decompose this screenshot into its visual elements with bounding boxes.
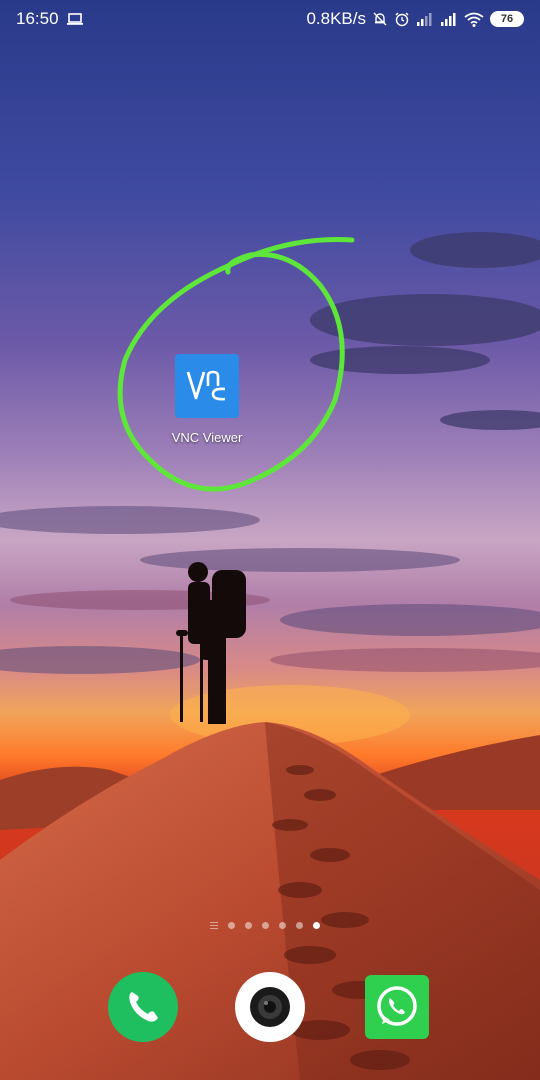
page-dot bbox=[228, 922, 235, 929]
page-dot bbox=[279, 922, 286, 929]
phone-icon[interactable] bbox=[108, 972, 178, 1042]
battery-icon: 76 bbox=[490, 11, 524, 27]
signal-icon bbox=[440, 12, 458, 26]
wifi-icon bbox=[464, 12, 484, 27]
battery-level: 76 bbox=[500, 13, 514, 25]
alarm-icon bbox=[394, 11, 410, 27]
app-label-vnc-viewer[interactable]: VNC Viewer bbox=[140, 430, 274, 445]
page-indicator bbox=[210, 922, 320, 929]
page-dot bbox=[262, 922, 269, 929]
signal-icon bbox=[416, 12, 434, 26]
camera-icon[interactable] bbox=[235, 972, 305, 1042]
clock: 16:50 bbox=[16, 9, 59, 28]
page-dot bbox=[296, 922, 303, 929]
laptop-icon bbox=[66, 13, 83, 25]
page-dot bbox=[245, 922, 252, 929]
status-bar: 16:50 0.8KB/s 76 bbox=[0, 0, 540, 38]
whatsapp-icon[interactable] bbox=[362, 972, 432, 1042]
vnc-viewer-icon[interactable] bbox=[175, 354, 239, 418]
page-dot bbox=[210, 922, 218, 929]
network-speed: 0.8KB/s bbox=[306, 9, 366, 28]
page-dot-active bbox=[313, 922, 320, 929]
mute-bell-icon bbox=[372, 11, 388, 27]
wallpaper bbox=[0, 0, 540, 1080]
